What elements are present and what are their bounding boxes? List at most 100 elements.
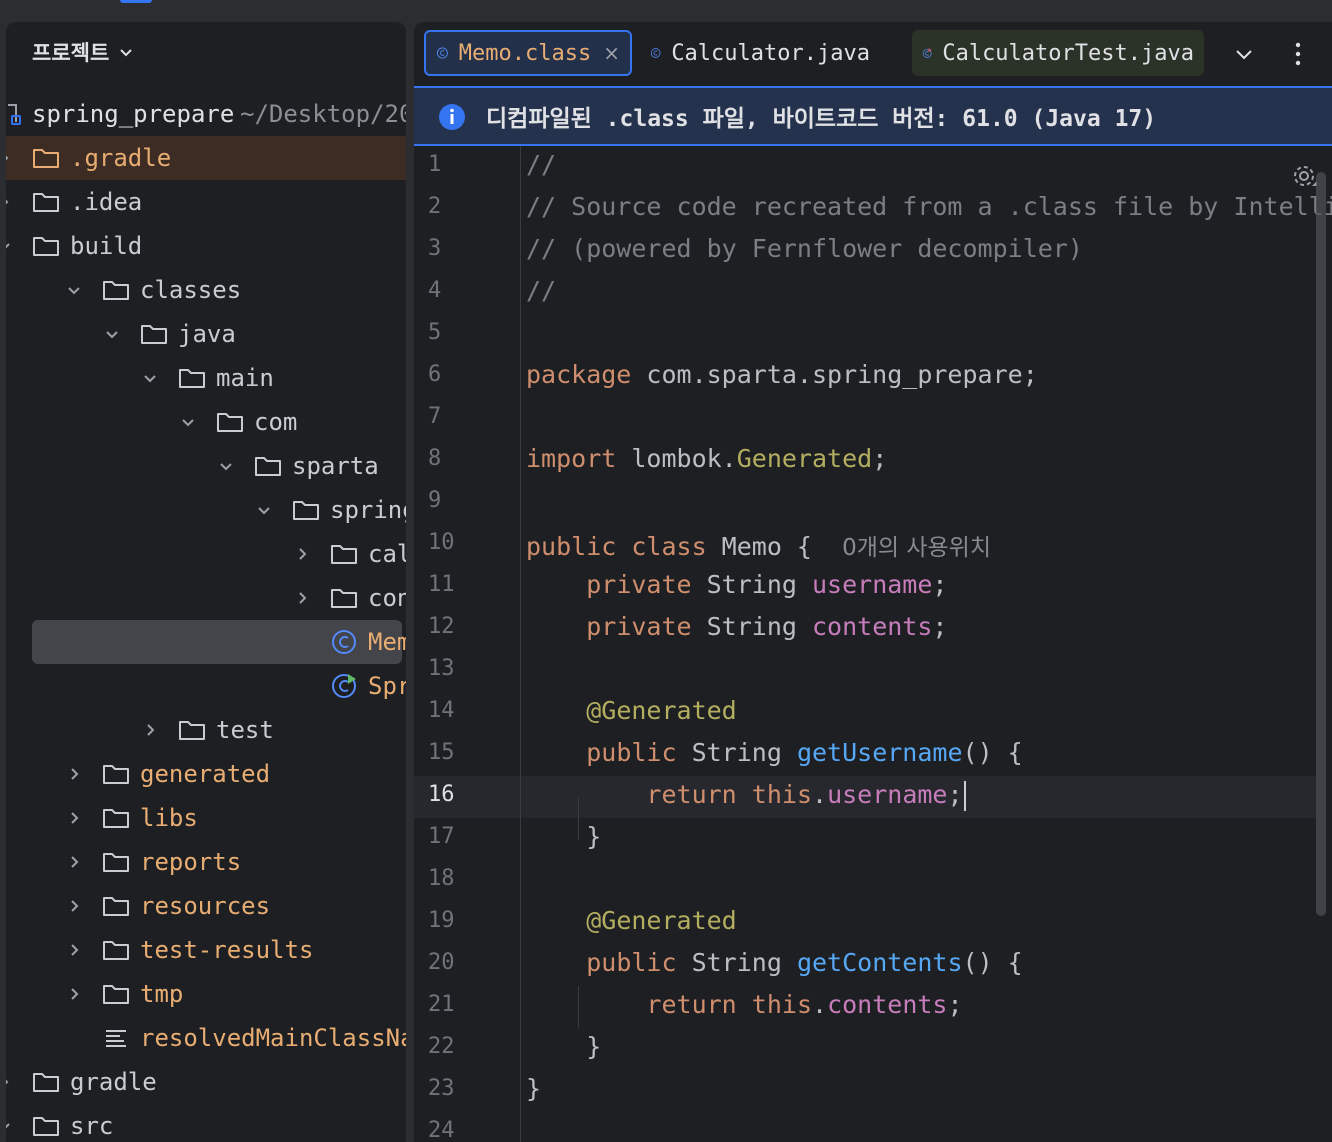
code-line-3[interactable]: // (powered by Fernflower decompiler)	[526, 234, 1083, 263]
tree-item-classes[interactable]: classes	[6, 268, 406, 312]
chevron-right-icon[interactable]	[66, 810, 82, 826]
code-line-14[interactable]: @Generated	[526, 696, 737, 725]
line-number[interactable]: 13	[428, 656, 468, 681]
line-number[interactable]: 9	[428, 488, 468, 513]
chevron-right-icon[interactable]	[294, 590, 310, 606]
tree-item-gradle[interactable]: gradle	[6, 1060, 406, 1104]
code-line-21[interactable]: return this.contents;	[526, 990, 962, 1019]
line-number[interactable]: 8	[428, 446, 468, 471]
tree-item-spring-p[interactable]: spring_p	[6, 488, 406, 532]
editor-scrollbar[interactable]	[1316, 172, 1326, 916]
tree-item-java[interactable]: java	[6, 312, 406, 356]
chevron-right-icon[interactable]	[6, 194, 12, 210]
tab-list-button[interactable]	[1232, 34, 1256, 74]
code-line-23[interactable]: }	[526, 1074, 541, 1103]
line-number[interactable]: 12	[428, 614, 468, 639]
tree-item-tmp[interactable]: tmp	[6, 972, 406, 1016]
line-number[interactable]: 15	[428, 740, 468, 765]
usage-hint[interactable]: 0개의 사용위치	[842, 535, 991, 561]
more-options-button[interactable]	[1286, 34, 1310, 74]
code-line-1[interactable]: //	[526, 150, 556, 179]
chevron-right-icon[interactable]	[294, 546, 310, 562]
code-line-6[interactable]: package com.sparta.spring_prepare;	[526, 360, 1038, 389]
tree-item-memo[interactable]: Memo	[6, 620, 406, 664]
tab-memo-class[interactable]: Memo.class ×	[424, 30, 632, 76]
chevron-right-icon[interactable]	[142, 722, 158, 738]
tree-item-sparta[interactable]: sparta	[6, 444, 406, 488]
keyword-this: this	[736, 990, 812, 1019]
tree-root-row[interactable]: spring_prepare ~/Desktop/202	[6, 92, 406, 136]
chevron-down-icon[interactable]	[6, 1118, 12, 1134]
line-number[interactable]: 5	[428, 320, 468, 345]
line-number[interactable]: 3	[428, 236, 468, 261]
chevron-down-icon[interactable]	[256, 502, 272, 518]
code-line-17[interactable]: }	[526, 822, 601, 851]
line-number[interactable]: 7	[428, 404, 468, 429]
line-number[interactable]: 6	[428, 362, 468, 387]
tree-item-test-results[interactable]: test-results	[6, 928, 406, 972]
code-line-15[interactable]: public String getUsername() {	[526, 738, 1023, 767]
line-number[interactable]: 20	[428, 950, 468, 975]
tab-calculator-java[interactable]: Calculator.java	[640, 30, 880, 76]
line-number[interactable]: 16	[428, 782, 468, 807]
chevron-down-icon[interactable]	[66, 282, 82, 298]
project-panel-header[interactable]: 프로젝트	[32, 36, 135, 68]
line-number[interactable]: 11	[428, 572, 468, 597]
code-line-4[interactable]: //	[526, 276, 556, 305]
line-number[interactable]: 1	[428, 152, 468, 177]
tree-item-test[interactable]: test	[6, 708, 406, 752]
line-number[interactable]: 24	[428, 1118, 468, 1142]
code-line-11[interactable]: private String username;	[526, 570, 947, 599]
chevron-right-icon[interactable]	[66, 766, 82, 782]
tree-item-src[interactable]: src	[6, 1104, 406, 1142]
gear-icon[interactable]	[1290, 162, 1318, 190]
line-number[interactable]: 21	[428, 992, 468, 1017]
code-line-22[interactable]: }	[526, 1032, 601, 1061]
line-number[interactable]: 18	[428, 866, 468, 891]
chevron-down-icon[interactable]	[180, 414, 196, 430]
code-line-8[interactable]: import lombok.Generated;	[526, 444, 887, 473]
chevron-down-icon[interactable]	[6, 238, 12, 254]
close-icon[interactable]: ×	[603, 41, 620, 65]
line-number[interactable]: 2	[428, 194, 468, 219]
code-line-19[interactable]: @Generated	[526, 906, 737, 935]
chevron-right-icon[interactable]	[6, 1074, 12, 1090]
chevron-down-icon[interactable]	[104, 326, 120, 342]
tree-item-build[interactable]: build	[6, 224, 406, 268]
chevron-down-icon[interactable]	[142, 370, 158, 386]
chevron-right-icon[interactable]	[66, 854, 82, 870]
line-number[interactable]: 22	[428, 1034, 468, 1059]
tree-item-reports[interactable]: reports	[6, 840, 406, 884]
tab-calculator-test-java[interactable]: CalculatorTest.java	[912, 30, 1204, 76]
line-number[interactable]: 10	[428, 530, 468, 555]
code-line-10[interactable]: public class Memo { 0개의 사용위치	[526, 528, 991, 562]
code-line-16[interactable]: return this.username;	[526, 780, 966, 811]
code-line-2[interactable]: // Source code recreated from a .class f…	[526, 192, 1332, 221]
tree-item-com[interactable]: com	[6, 400, 406, 444]
tree-item-idea[interactable]: .idea	[6, 180, 406, 224]
tree-item-generated[interactable]: generated	[6, 752, 406, 796]
tree-item-sprin[interactable]: Sprin	[6, 664, 406, 708]
chevron-down-icon[interactable]	[117, 43, 135, 61]
chevron-right-icon[interactable]	[66, 942, 82, 958]
line-number[interactable]: 19	[428, 908, 468, 933]
chevron-right-icon[interactable]	[66, 986, 82, 1002]
tree-item-label: main	[216, 364, 274, 392]
chevron-right-icon[interactable]	[66, 898, 82, 914]
tree-item-calcu[interactable]: calcu	[6, 532, 406, 576]
code-line-20[interactable]: public String getContents() {	[526, 948, 1023, 977]
line-number[interactable]: 23	[428, 1076, 468, 1101]
chevron-down-icon[interactable]	[218, 458, 234, 474]
tree-item-contr[interactable]: contr	[6, 576, 406, 620]
tree-item-gradle[interactable]: .gradle	[6, 136, 406, 180]
line-number[interactable]: 17	[428, 824, 468, 849]
code-line-12[interactable]: private String contents;	[526, 612, 947, 641]
type: String	[676, 738, 797, 767]
tree-item-resources[interactable]: resources	[6, 884, 406, 928]
chevron-right-icon[interactable]	[6, 150, 12, 166]
line-number[interactable]: 4	[428, 278, 468, 303]
tree-item-resolvedmainclassname[interactable]: resolvedMainClassName	[6, 1016, 406, 1060]
tree-item-main[interactable]: main	[6, 356, 406, 400]
line-number[interactable]: 14	[428, 698, 468, 723]
tree-item-libs[interactable]: libs	[6, 796, 406, 840]
